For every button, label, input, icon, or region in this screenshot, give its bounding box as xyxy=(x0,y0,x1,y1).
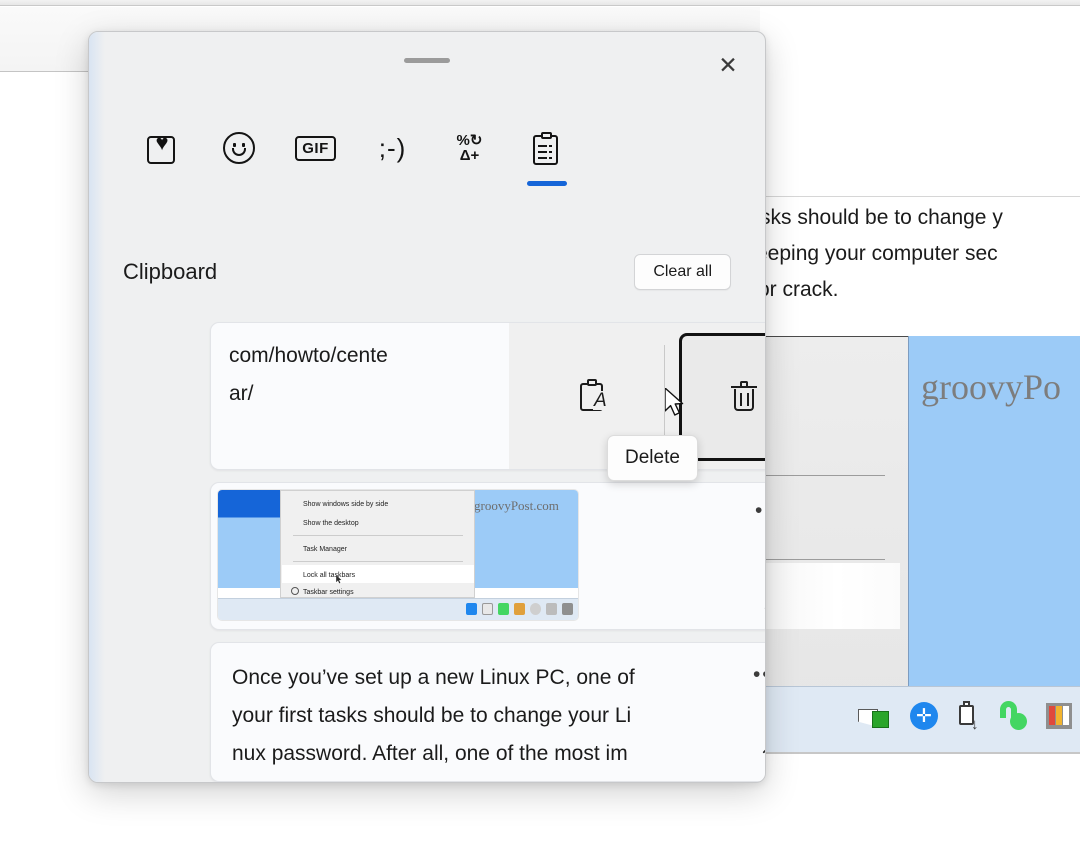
tab-symbols[interactable]: %↻ Δ+ xyxy=(431,116,508,190)
more-options-icon[interactable]: ••• xyxy=(753,665,766,685)
color-swatch-icon[interactable] xyxy=(1046,703,1072,729)
panel-white-block xyxy=(759,563,900,629)
thumb-menu-item: Taskbar settings xyxy=(303,589,354,596)
clipboard-section-header: Clipboard Clear all xyxy=(123,254,731,290)
thumb-tray-icon xyxy=(546,603,557,615)
system-tray: ✛ ↓ xyxy=(858,701,1072,731)
thumb-watermark: groovyPost.com xyxy=(474,498,559,514)
thumb-menu-sep-2 xyxy=(293,561,463,562)
pin-icon[interactable] xyxy=(757,729,766,759)
tab-emoji[interactable] xyxy=(200,116,277,190)
symbols-line-2: Δ+ xyxy=(457,148,483,163)
more-options-icon[interactable]: ••• xyxy=(755,501,766,521)
panel-divider-2 xyxy=(759,559,885,560)
clear-all-button[interactable]: Clear all xyxy=(634,254,731,290)
green-lock-icon[interactable] xyxy=(998,701,1028,731)
usb-eject-icon[interactable]: ↓ xyxy=(956,701,980,731)
clipboard-panel: ✕ ♥ GIF ;- xyxy=(88,31,766,783)
tab-kaomoji[interactable]: ;-) xyxy=(354,116,431,190)
tab-gif[interactable]: GIF xyxy=(277,116,354,190)
clipboard-image-thumbnail: groovyPost.com Show windows side by side… xyxy=(217,489,579,621)
thumb-menu-item: Show the desktop xyxy=(303,520,359,527)
background-article-text: sks should be to change y eeping your co… xyxy=(762,200,1080,330)
kaomoji-label: ;-) xyxy=(379,133,407,164)
bluetooth-icon[interactable]: ✛ xyxy=(910,702,938,730)
background-divider xyxy=(762,196,1080,197)
background-side-panel xyxy=(758,336,908,716)
background-window-titlebar xyxy=(0,0,1080,6)
trash-icon xyxy=(729,380,759,414)
thumb-tray-icon xyxy=(498,603,509,615)
thumb-tray-icon xyxy=(482,603,493,615)
thumb-tray-icon xyxy=(562,603,573,615)
background-blue-area: groovyPo xyxy=(908,336,1080,686)
clipboard-item-image[interactable]: groovyPost.com Show windows side by side… xyxy=(210,482,766,630)
drag-handle[interactable] xyxy=(404,58,450,63)
thumb-cursor-icon xyxy=(336,575,343,585)
gif-icon: GIF xyxy=(295,125,336,171)
symbols-line-1: %↻ xyxy=(457,133,483,148)
thumb-taskbar xyxy=(218,598,579,620)
desktop-taskbar: ✛ ↓ xyxy=(758,686,1080,754)
flag-check-icon[interactable] xyxy=(858,703,892,729)
action-separator xyxy=(664,345,665,445)
tab-clipboard[interactable] xyxy=(508,116,585,190)
clipboard-items-list: com/howto/cente ar/ ••• A xyxy=(89,317,765,782)
clipboard-item-text[interactable]: Once you’ve set up a new Linux PC, one o… xyxy=(210,642,766,782)
clipboard-icon xyxy=(533,125,560,171)
screen-root: sks should be to change y eeping your co… xyxy=(0,0,1080,841)
background-watermark: groovyPo xyxy=(921,366,1061,408)
clipboard-heart-icon: ♥ xyxy=(147,125,177,171)
tooltip: Delete xyxy=(607,435,698,481)
article-line-2: eeping your computer sec xyxy=(762,236,1080,272)
tab-recently-used[interactable]: ♥ xyxy=(123,116,200,190)
thumb-menu-item: Lock all taskbars xyxy=(303,572,355,579)
article-line-1: sks should be to change y xyxy=(762,200,1080,236)
thumb-tray-icon xyxy=(530,603,541,615)
taskbar-bottom-edge xyxy=(758,752,1080,754)
thumb-context-menu: Show windows side by side Show the deskt… xyxy=(280,490,475,598)
page-title: Clipboard xyxy=(123,259,217,285)
thumb-menu-sep-1 xyxy=(293,535,463,536)
thumb-tray-icon xyxy=(466,603,477,615)
thumb-menu-item: Task Manager xyxy=(303,546,347,553)
thumb-tray-icons xyxy=(466,603,573,615)
paste-as-text-icon[interactable]: A xyxy=(569,370,621,422)
gear-icon xyxy=(291,587,299,595)
pin-icon[interactable] xyxy=(759,585,766,615)
thumb-tray-icon xyxy=(514,603,525,615)
panel-tabs: ♥ GIF ;-) xyxy=(123,116,585,190)
gif-label: GIF xyxy=(295,136,336,161)
article-line-3: or crack. xyxy=(762,272,1080,308)
panel-divider-1 xyxy=(759,475,885,476)
clipboard-item-text-content: Once you’ve set up a new Linux PC, one o… xyxy=(232,659,731,773)
smiley-icon xyxy=(223,125,255,171)
kaomoji-icon: ;-) xyxy=(379,125,407,171)
close-icon[interactable]: ✕ xyxy=(710,48,746,82)
thumb-menu-item: Show windows side by side xyxy=(303,501,388,508)
symbols-icon: %↻ Δ+ xyxy=(457,125,483,171)
